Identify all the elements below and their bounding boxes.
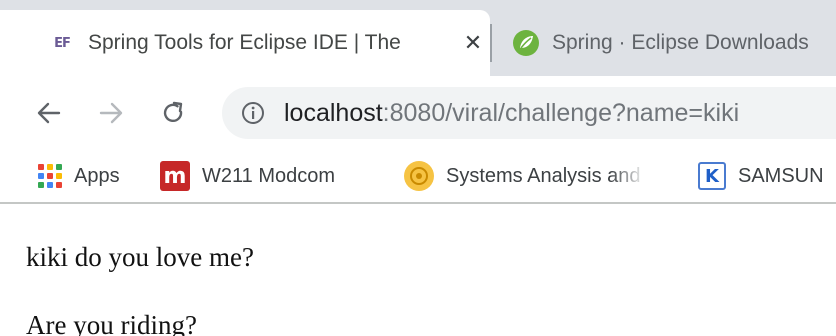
tab-eclipse-downloads[interactable]: Spring · Eclipse Downloads [494,10,836,76]
systems-icon [404,161,434,191]
bookmark-systems-analysis[interactable]: Systems Analysis and [404,160,646,192]
close-icon[interactable]: ✕ [458,28,488,58]
arrow-right-icon[interactable] [94,96,128,130]
ef-icon: EF [54,35,71,51]
bookmarks-bar: Apps m W211 Modcom Systems Analysis and … [0,150,836,204]
url-text: localhost:8080/viral/challenge?name=kiki [284,99,739,128]
apps-grid-icon [38,164,62,188]
url-host: localhost [284,98,383,127]
page-content: kiki do you love me? Are you riding? [0,206,836,336]
spring-leaf-icon [512,29,540,57]
bookmark-label: SAMSUN [738,164,824,187]
reload-icon[interactable] [156,96,190,130]
url-path: :8080/viral/challenge?name=kiki [382,98,740,127]
tab-spring-tools[interactable]: EF Spring Tools for Eclipse IDE | The ✕ [0,10,490,76]
question-love: kiki do you love me? [26,242,254,272]
bookmark-apps[interactable]: Apps [38,160,120,192]
browser-toolbar: localhost:8080/viral/challenge?name=kiki [0,76,836,150]
address-bar[interactable]: localhost:8080/viral/challenge?name=kiki [222,87,836,139]
bookmark-label: W211 Modcom [202,164,336,187]
tab-strip: EF Spring Tools for Eclipse IDE | The ✕ … [0,0,836,76]
tab-separator [490,24,492,62]
info-icon[interactable] [240,100,266,126]
bookmark-label: Apps [74,164,120,187]
arrow-left-icon[interactable] [32,96,66,130]
tab-title: Spring Tools for Eclipse IDE | The [88,31,401,54]
bookmark-w211-modcom[interactable]: m W211 Modcom [160,160,335,192]
bookmark-label: Systems Analysis and [446,164,641,187]
bookmark-samsung[interactable]: K SAMSUN [698,160,824,192]
m-logo-icon: m [160,161,190,191]
tab-title: Spring · Eclipse Downloads [552,31,809,54]
question-riding: Are you riding? [26,310,197,336]
k-logo-icon: K [698,162,726,190]
